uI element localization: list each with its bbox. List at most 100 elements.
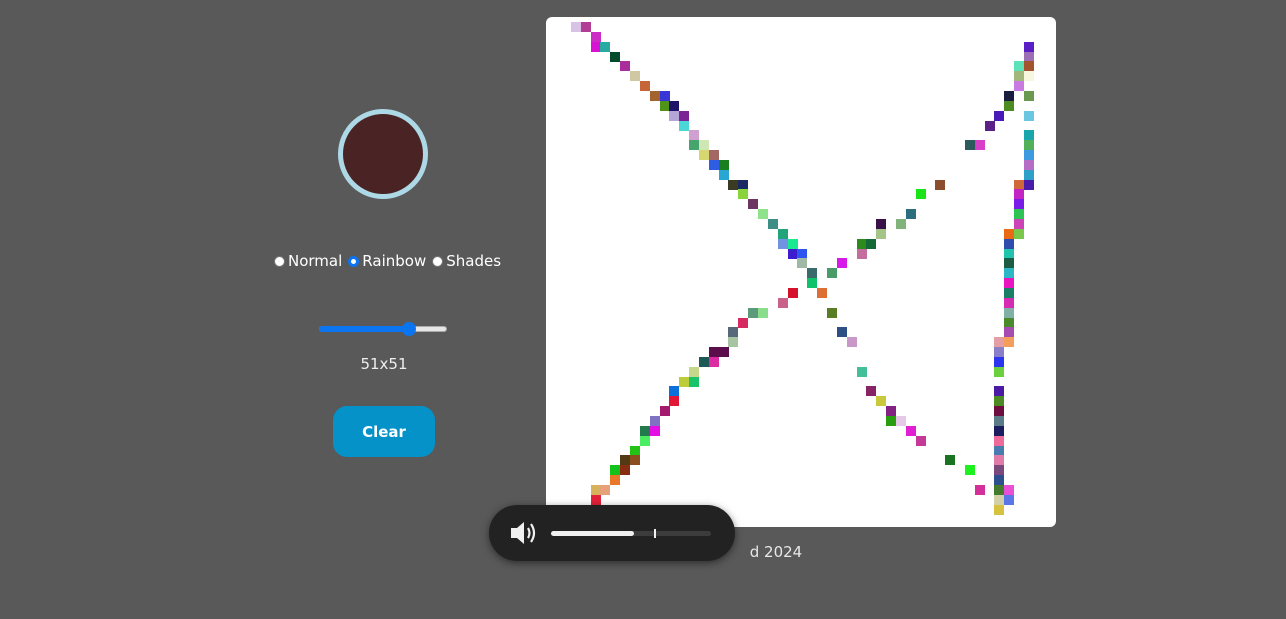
grid-cell[interactable] [708, 159, 719, 170]
grid-cell[interactable] [817, 287, 828, 298]
grid-cell[interactable] [1004, 228, 1015, 239]
grid-cell[interactable] [895, 219, 906, 229]
grid-cell[interactable] [620, 465, 631, 476]
grid-cell[interactable] [1004, 337, 1015, 348]
grid-cell[interactable] [748, 307, 759, 318]
grid-cell[interactable] [649, 90, 660, 101]
grid-cell[interactable] [718, 347, 729, 358]
grid-cell[interactable] [915, 435, 926, 446]
grid-cell[interactable] [669, 100, 680, 111]
grid-cell[interactable] [994, 455, 1005, 466]
grid-cell[interactable] [1004, 327, 1015, 338]
grid-cell[interactable] [1023, 159, 1034, 170]
grid-cell[interactable] [698, 356, 709, 367]
grid-cell[interactable] [698, 150, 709, 161]
grid-cell[interactable] [600, 484, 611, 495]
mode-shades[interactable]: Shades [432, 252, 501, 270]
grid-cell[interactable] [629, 71, 640, 82]
grid-cell[interactable] [797, 258, 808, 269]
grid-cell[interactable] [590, 484, 601, 495]
grid-cell[interactable] [1023, 179, 1034, 190]
grid-cell[interactable] [1014, 228, 1025, 239]
grid-cell[interactable] [718, 169, 729, 180]
grid-cell[interactable] [708, 347, 719, 358]
grid-cell[interactable] [649, 416, 660, 426]
grid-cell[interactable] [738, 189, 749, 200]
grid-cell[interactable] [620, 455, 631, 466]
mode-normal[interactable]: Normal [274, 252, 342, 270]
grid-cell[interactable] [1023, 71, 1034, 82]
mode-rainbow-radio[interactable] [348, 255, 360, 267]
grid-cell[interactable] [905, 209, 916, 220]
grid-cell[interactable] [580, 22, 591, 32]
grid-cell[interactable] [1014, 189, 1025, 200]
grid-cell[interactable] [994, 110, 1005, 121]
grid-cell[interactable] [836, 327, 847, 338]
grid-cell[interactable] [1023, 130, 1034, 141]
grid-cell[interactable] [758, 209, 768, 220]
grid-cell[interactable] [886, 416, 897, 426]
grid-size-slider[interactable] [319, 322, 447, 336]
grid-cell[interactable] [659, 406, 670, 417]
grid-cell[interactable] [826, 307, 837, 318]
mode-rainbow[interactable]: Rainbow [348, 252, 426, 270]
grid-cell[interactable] [728, 179, 739, 190]
grid-cell[interactable] [994, 396, 1005, 407]
grid-cell[interactable] [974, 484, 985, 495]
grid-cell[interactable] [1014, 61, 1025, 72]
grid-cell[interactable] [610, 475, 621, 486]
grid-cell[interactable] [1014, 81, 1025, 92]
grid-cell[interactable] [1004, 248, 1015, 259]
grid-cell[interactable] [689, 130, 700, 141]
grid-cell[interactable] [994, 484, 1005, 495]
grid-cell[interactable] [1023, 41, 1034, 52]
grid-cell[interactable] [994, 416, 1005, 426]
grid-cell[interactable] [659, 90, 670, 101]
grid-cell[interactable] [915, 189, 926, 200]
grid-cell[interactable] [1004, 494, 1015, 505]
grid-cell[interactable] [787, 248, 798, 259]
grid-cell[interactable] [1023, 150, 1034, 161]
grid-cell[interactable] [1014, 199, 1025, 210]
grid-cell[interactable] [1004, 100, 1015, 111]
grid-cell[interactable] [866, 238, 877, 249]
grid-cell[interactable] [964, 140, 975, 151]
grid-cell[interactable] [1004, 258, 1015, 269]
grid-cell[interactable] [1014, 219, 1025, 229]
grid-cell[interactable] [1023, 61, 1034, 72]
grid-cell[interactable] [679, 110, 690, 121]
grid-cell[interactable] [767, 219, 778, 229]
grid-cell[interactable] [1014, 209, 1025, 220]
grid-cell[interactable] [876, 396, 887, 407]
grid-cell[interactable] [669, 396, 680, 407]
grid-cell[interactable] [945, 455, 956, 466]
grid-cell[interactable] [1004, 484, 1015, 495]
grid-cell[interactable] [797, 248, 808, 259]
grid-cell[interactable] [1004, 287, 1015, 298]
grid-cell[interactable] [689, 140, 700, 151]
grid-cell[interactable] [895, 416, 906, 426]
grid-cell[interactable] [1004, 307, 1015, 318]
mode-shades-radio[interactable] [432, 255, 444, 267]
grid-cell[interactable] [1004, 317, 1015, 328]
grid-cell[interactable] [787, 287, 798, 298]
grid-cell[interactable] [807, 278, 818, 289]
grid-cell[interactable] [787, 238, 798, 249]
mode-normal-radio[interactable] [274, 255, 285, 267]
grid-cell[interactable] [708, 356, 719, 367]
color-swatch[interactable] [338, 109, 428, 199]
grid-cell[interactable] [1004, 297, 1015, 308]
grid-cell[interactable] [994, 337, 1005, 348]
grid-cell[interactable] [629, 445, 640, 456]
grid-cell[interactable] [1023, 110, 1034, 121]
grid-cell[interactable] [1004, 278, 1015, 289]
grid-cell[interactable] [876, 228, 887, 239]
grid-cell[interactable] [876, 219, 887, 229]
grid-cell[interactable] [964, 465, 975, 476]
grid-cell[interactable] [629, 455, 640, 466]
grid-cell[interactable] [610, 465, 621, 476]
grid-cell[interactable] [698, 140, 709, 151]
grid-cell[interactable] [679, 120, 690, 131]
grid-cell[interactable] [905, 425, 916, 436]
grid-cell[interactable] [994, 366, 1005, 377]
